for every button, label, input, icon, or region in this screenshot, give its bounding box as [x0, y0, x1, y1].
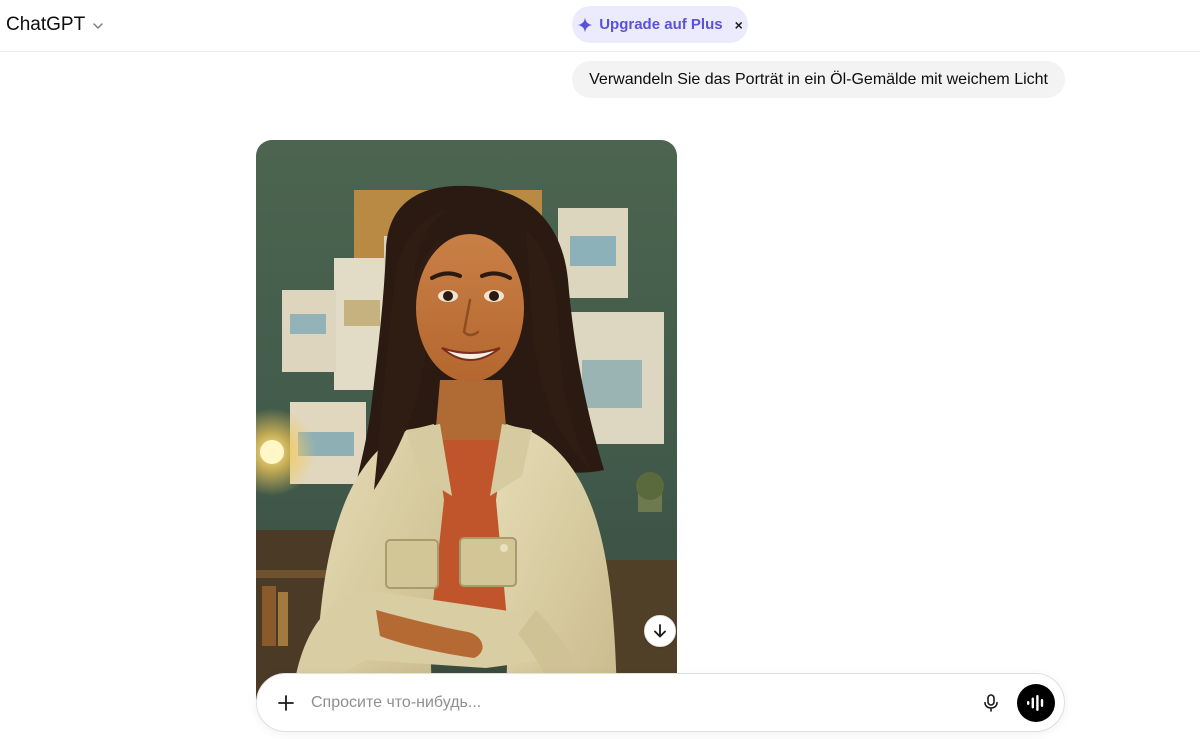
arrow-down-icon [654, 624, 666, 638]
attach-button[interactable] [273, 690, 299, 716]
user-message: Verwandeln Sie das Porträt in ein Öl-Gem… [572, 61, 1065, 98]
scroll-to-bottom-button[interactable] [644, 615, 676, 647]
close-icon[interactable]: × [735, 17, 743, 33]
message-composer [256, 673, 1065, 732]
chevron-down-icon [93, 23, 103, 29]
model-name: ChatGPT [6, 14, 86, 35]
voice-waveform-icon [1027, 695, 1044, 711]
dictate-button[interactable] [979, 691, 1003, 715]
prompt-input[interactable] [311, 688, 951, 718]
upgrade-label: Upgrade auf Plus [599, 16, 723, 33]
upgrade-button[interactable]: Upgrade auf Plus × [572, 6, 748, 43]
microphone-icon [984, 694, 998, 712]
sparkle-icon [577, 17, 593, 32]
voice-mode-button[interactable] [1017, 684, 1055, 722]
top-bar: ChatGPT Upgrade auf Plus × [0, 0, 1200, 52]
generated-image[interactable] [256, 140, 677, 700]
plus-icon [278, 695, 294, 711]
portrait-image [256, 140, 677, 700]
chatgpt-app: ChatGPT Upgrade auf Plus × Verwandeln Si… [0, 0, 1200, 739]
model-switcher[interactable]: ChatGPT [6, 12, 105, 38]
user-message-text: Verwandeln Sie das Porträt in ein Öl-Gem… [589, 70, 1048, 88]
